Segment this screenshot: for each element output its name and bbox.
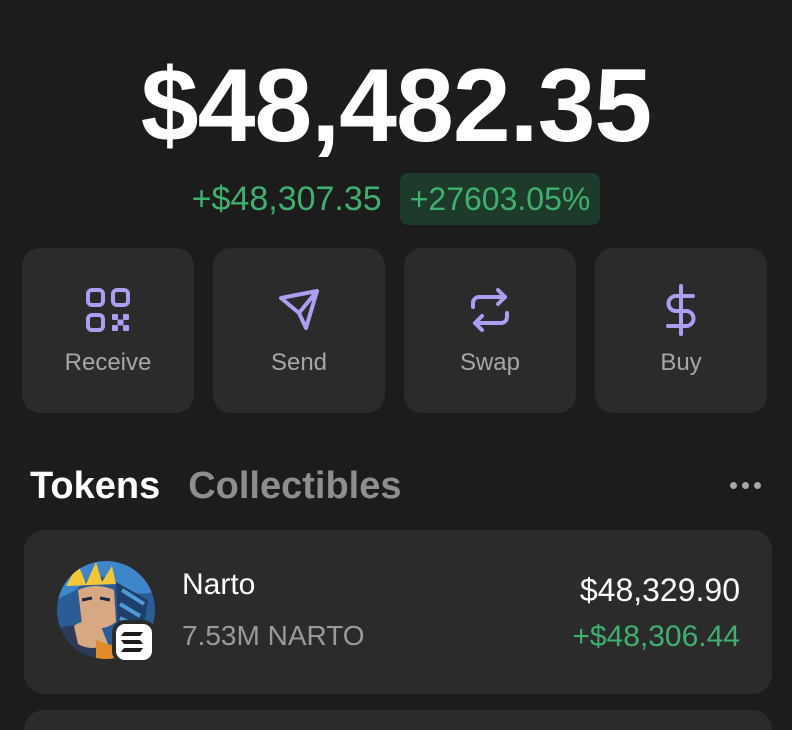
token-avatar <box>56 560 158 664</box>
more-options-icon[interactable] <box>720 472 770 498</box>
balance-change-percent-badge: +27603.05% <box>399 173 601 225</box>
dollar-icon <box>595 284 767 336</box>
receive-label: Receive <box>64 349 152 376</box>
qr-code-icon <box>22 284 194 336</box>
token-row[interactable]: Narto 7.53M NARTO $48,329.90 +$48,306.44 <box>24 530 772 694</box>
swap-button[interactable]: Swap <box>404 248 576 413</box>
next-token-row[interactable] <box>24 710 772 730</box>
token-name: Narto <box>182 568 256 601</box>
action-buttons: Receive Send Swap Buy <box>22 248 770 413</box>
total-balance: $48,482.35 <box>140 48 653 164</box>
buy-button[interactable]: Buy <box>595 248 767 413</box>
receive-button[interactable]: Receive <box>22 248 194 413</box>
solana-icon <box>121 632 143 652</box>
balance-change-amount: +$48,307.35 <box>191 180 382 218</box>
swap-label: Swap <box>459 349 521 376</box>
asset-tabs: Tokens Collectibles <box>30 458 402 514</box>
tab-tokens[interactable]: Tokens <box>30 458 160 514</box>
token-value: $48,329.90 <box>579 572 740 608</box>
send-button[interactable]: Send <box>213 248 385 413</box>
token-amount: 7.53M NARTO <box>182 620 365 651</box>
swap-icon <box>404 284 576 336</box>
buy-label: Buy <box>660 349 702 376</box>
tab-collectibles[interactable]: Collectibles <box>188 458 401 514</box>
send-icon <box>213 284 385 336</box>
send-label: Send <box>270 349 328 376</box>
token-change: +$48,306.44 <box>572 620 740 653</box>
balance-change-row: +$48,307.35 +27603.05% <box>0 172 792 226</box>
